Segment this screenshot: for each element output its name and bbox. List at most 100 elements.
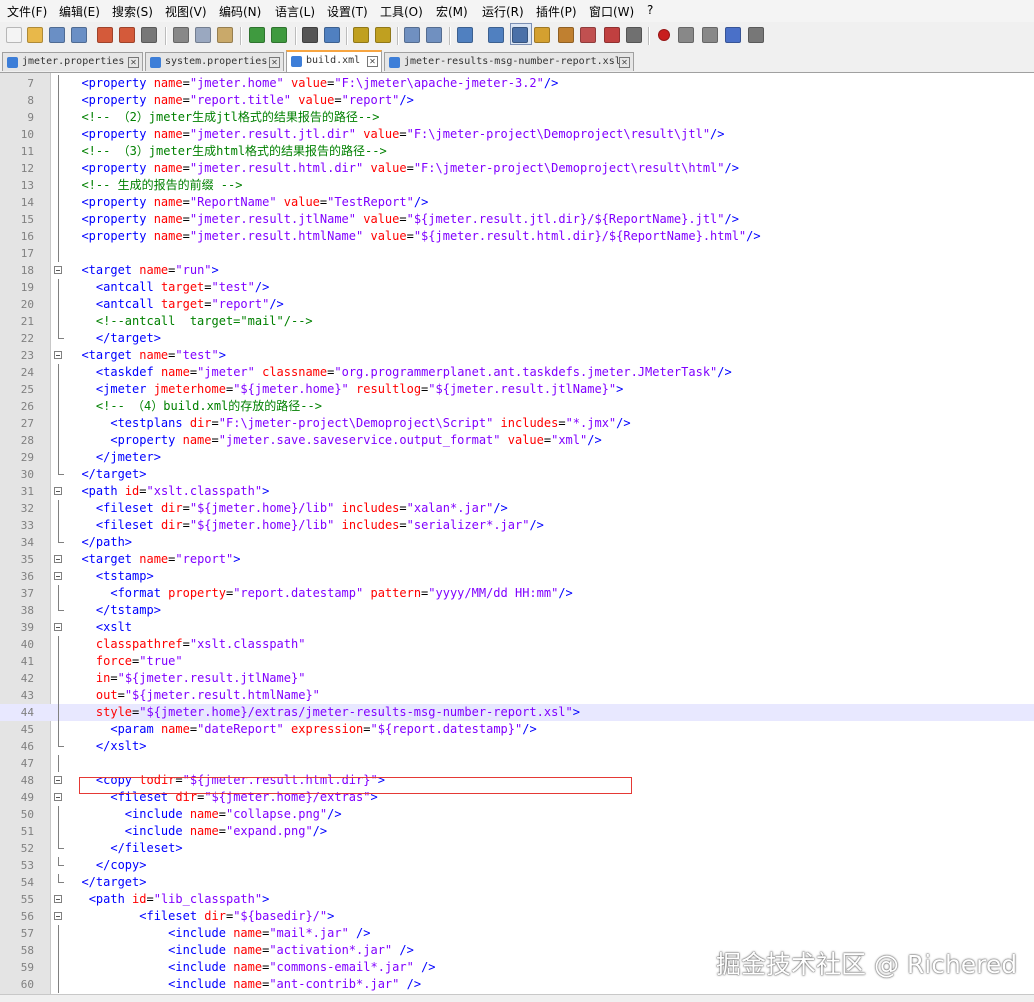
menu-item-1[interactable]: 编辑(E) [59,3,100,20]
code-line[interactable]: 44 style="${jmeter.home}/extras/jmeter-r… [0,704,1034,721]
play-multiple-icon[interactable] [725,27,741,43]
code-line[interactable]: 55 <path id="lib_classpath"> [0,891,1034,908]
menu-item-12[interactable]: ? [647,3,653,17]
code-line[interactable]: 47 [0,755,1034,772]
play-macro-icon[interactable] [702,27,718,43]
code-line[interactable]: 53 </copy> [0,857,1034,874]
code-line[interactable]: 34 </path> [0,534,1034,551]
code-line[interactable]: 13 <!-- 生成的报告的前缀 --> [0,177,1034,194]
code-line[interactable]: 15 <property name="jmeter.result.jtlName… [0,211,1034,228]
cut-icon[interactable] [173,27,189,43]
zoom-in-icon[interactable] [353,27,369,43]
fold-toggle-icon[interactable] [54,487,62,495]
paste-icon[interactable] [217,27,233,43]
menu-item-2[interactable]: 搜索(S) [112,3,153,20]
doc-map-icon[interactable] [558,27,574,43]
copy-icon[interactable] [195,27,211,43]
code-line[interactable]: 40 classpathref="xslt.classpath" [0,636,1034,653]
code-line[interactable]: 31 <path id="xslt.classpath"> [0,483,1034,500]
code-line[interactable]: 21 <!--antcall target="mail"/--> [0,313,1034,330]
code-line[interactable]: 12 <property name="jmeter.result.html.di… [0,160,1034,177]
code-line[interactable]: 56 <fileset dir="${basedir}/"> [0,908,1034,925]
code-line[interactable]: 24 <taskdef name="jmeter" classname="org… [0,364,1034,381]
fold-toggle-icon[interactable] [54,895,62,903]
code-line[interactable]: 29 </jmeter> [0,449,1034,466]
code-line[interactable]: 10 <property name="jmeter.result.jtl.dir… [0,126,1034,143]
tab-1[interactable]: system.properties ✕ [145,52,284,71]
zoom-out-icon[interactable] [375,27,391,43]
menu-item-8[interactable]: 宏(M) [436,3,468,20]
menu-item-9[interactable]: 运行(R) [482,3,524,20]
tab-3[interactable]: jmeter-results-msg-number-report.xsl ✕ [384,52,634,71]
new-file-icon[interactable] [6,27,22,43]
code-line[interactable]: 27 <testplans dir="F:\jmeter-project\Dem… [0,415,1034,432]
code-line[interactable]: 20 <antcall target="report"/> [0,296,1034,313]
code-line[interactable]: 25 <jmeter jmeterhome="${jmeter.home}" r… [0,381,1034,398]
folder-workspace-icon[interactable] [604,27,620,43]
sync-vertical-icon[interactable] [404,27,420,43]
stop-macro-icon[interactable] [678,27,694,43]
code-line[interactable]: 41 force="true" [0,653,1034,670]
code-line[interactable]: 9 <!-- （2）jmeter生成jtl格式的结果报告的路径--> [0,109,1034,126]
fold-toggle-icon[interactable] [54,912,62,920]
menu-item-6[interactable]: 设置(T) [327,3,368,20]
record-macro-icon[interactable] [658,29,670,41]
code-line[interactable]: 52 </fileset> [0,840,1034,857]
save-icon[interactable] [49,27,65,43]
code-line[interactable]: 36 <tstamp> [0,568,1034,585]
code-line[interactable]: 51 <include name="expand.png"/> [0,823,1034,840]
tab-close-icon[interactable]: ✕ [367,56,378,67]
menu-item-10[interactable]: 插件(P) [536,3,577,20]
tab-0[interactable]: jmeter.properties ✕ [2,52,143,71]
close-icon[interactable] [97,27,113,43]
fold-toggle-icon[interactable] [54,623,62,631]
code-line[interactable]: 32 <fileset dir="${jmeter.home}/lib" inc… [0,500,1034,517]
monitor-icon[interactable] [626,27,642,43]
indent-guide-icon[interactable] [512,27,528,43]
fold-toggle-icon[interactable] [54,351,62,359]
code-line[interactable]: 17 [0,245,1034,262]
tab-close-icon[interactable]: ✕ [619,57,630,68]
fold-toggle-icon[interactable] [54,572,62,580]
code-line[interactable]: 33 <fileset dir="${jmeter.home}/lib" inc… [0,517,1034,534]
code-line[interactable]: 19 <antcall target="test"/> [0,279,1034,296]
close-all-icon[interactable] [119,27,135,43]
redo-icon[interactable] [271,27,287,43]
menu-item-5[interactable]: 语言(L) [275,3,315,20]
save-all-icon[interactable] [71,27,87,43]
code-line[interactable]: 11 <!-- （3）jmeter生成html格式的结果报告的路径--> [0,143,1034,160]
code-line[interactable]: 28 <property name="jmeter.save.saveservi… [0,432,1034,449]
code-line[interactable]: 50 <include name="collapse.png"/> [0,806,1034,823]
code-line[interactable]: 42 in="${jmeter.result.jtlName}" [0,670,1034,687]
code-line[interactable]: 43 out="${jmeter.result.htmlName}" [0,687,1034,704]
tab-close-icon[interactable]: ✕ [269,57,280,68]
open-file-icon[interactable] [27,27,43,43]
fold-toggle-icon[interactable] [54,793,62,801]
replace-icon[interactable] [324,27,340,43]
fold-toggle-icon[interactable] [54,266,62,274]
code-line[interactable]: 8 <property name="report.title" value="r… [0,92,1034,109]
code-line[interactable]: 7 <property name="jmeter.home" value="F:… [0,75,1034,92]
code-editor[interactable]: 7 <property name="jmeter.home" value="F:… [0,73,1034,994]
code-line[interactable]: 54 </target> [0,874,1034,891]
code-line[interactable]: 18 <target name="run"> [0,262,1034,279]
show-all-chars-icon[interactable] [488,27,504,43]
menu-item-3[interactable]: 视图(V) [165,3,207,20]
code-line[interactable]: 45 <param name="dateReport" expression="… [0,721,1034,738]
tab-2[interactable]: build.xml ✕ [286,50,382,72]
save-macro-icon[interactable] [748,27,764,43]
user-language-icon[interactable] [534,27,550,43]
menu-item-4[interactable]: 编码(N) [219,3,261,20]
fold-toggle-icon[interactable] [54,776,62,784]
code-line[interactable]: 30 </target> [0,466,1034,483]
word-wrap-icon[interactable] [457,27,473,43]
code-line[interactable]: 26 <!-- （4）build.xml的存放的路径--> [0,398,1034,415]
fold-toggle-icon[interactable] [54,555,62,563]
find-icon[interactable] [302,27,318,43]
function-list-icon[interactable] [580,27,596,43]
code-line[interactable]: 23 <target name="test"> [0,347,1034,364]
code-line[interactable]: 22 </target> [0,330,1034,347]
print-icon[interactable] [141,27,157,43]
code-line[interactable]: 39 <xslt [0,619,1034,636]
code-line[interactable]: 38 </tstamp> [0,602,1034,619]
